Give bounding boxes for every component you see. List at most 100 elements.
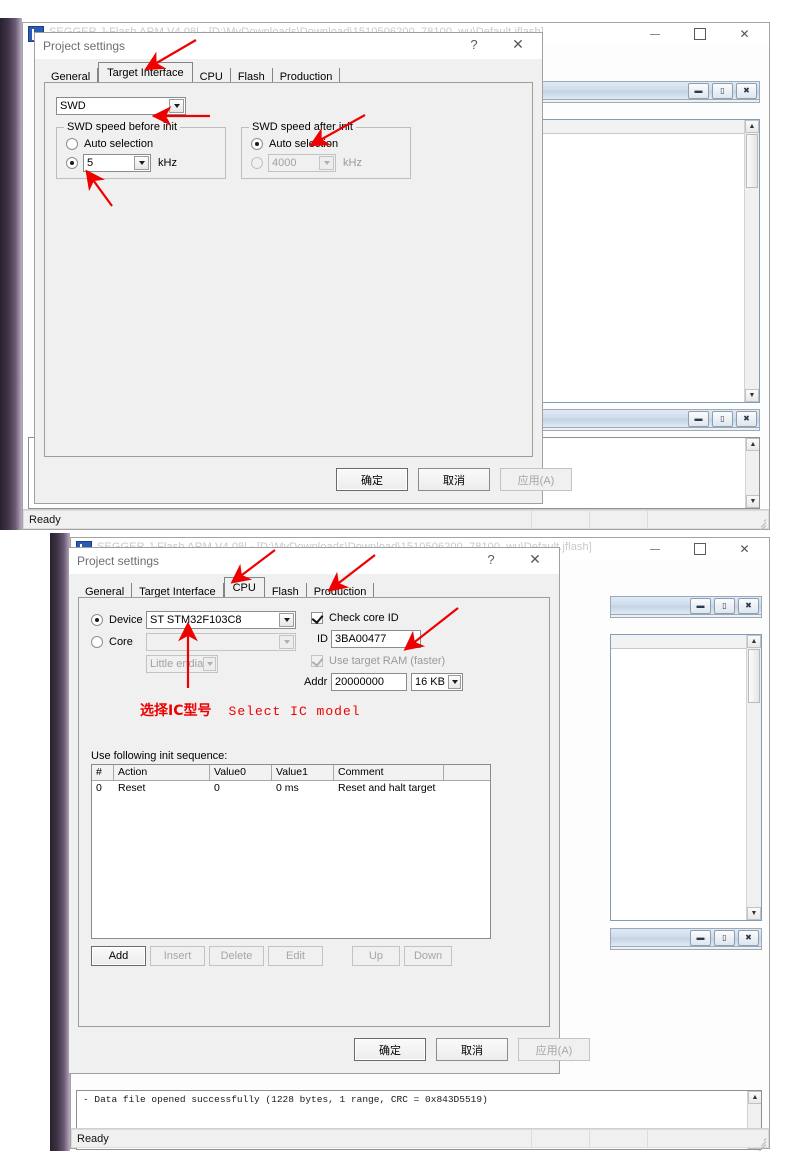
add-button[interactable]: Add	[91, 946, 146, 966]
insert-button[interactable]: Insert	[150, 946, 205, 966]
dialog-close-button[interactable]: ✕	[508, 36, 528, 53]
scroll-up-arrow[interactable]: ▲	[745, 120, 759, 133]
speed-before-manual-radio[interactable]	[66, 157, 78, 169]
chevron-down-icon[interactable]	[279, 613, 294, 627]
project-settings-dialog-cpu[interactable]: Project settings ? ✕ General Target Inte…	[68, 547, 590, 1074]
device-combo[interactable]: ST STM32F103C8	[146, 611, 296, 629]
core-radio[interactable]	[91, 636, 103, 648]
ok-button[interactable]: 确定	[336, 468, 408, 491]
speed-after-value-combo[interactable]: 4000	[268, 154, 336, 172]
chevron-down-icon[interactable]	[319, 156, 334, 170]
list-vertical-scrollbar[interactable]: ▲ ▼	[746, 635, 761, 920]
down-button[interactable]: Down	[404, 946, 452, 966]
chevron-down-icon[interactable]	[134, 156, 149, 170]
speed-before-value-combo[interactable]: 5	[83, 154, 151, 172]
column-header-value1[interactable]: Value1	[272, 765, 334, 780]
core-id-field[interactable]: 3BA00477	[331, 630, 421, 648]
column-header-comment[interactable]: Comment	[334, 765, 444, 780]
tab-target-interface[interactable]: Target Interface	[98, 62, 193, 83]
cancel-button[interactable]: 取消	[418, 468, 490, 491]
ok-button[interactable]: 确定	[354, 1038, 426, 1061]
speed-before-unit: kHz	[158, 157, 177, 169]
init-sequence-table[interactable]: # Action Value0 Value1 Comment 0 Reset 0…	[91, 764, 491, 939]
cancel-button[interactable]: 取消	[436, 1038, 508, 1061]
mdi-close-button[interactable]: ✖	[738, 598, 759, 614]
column-header-num[interactable]: #	[92, 765, 114, 780]
scroll-up-arrow[interactable]: ▲	[747, 635, 761, 648]
scroll-down-arrow[interactable]: ▼	[745, 389, 759, 402]
close-button[interactable]: ✕	[722, 23, 767, 45]
dialog-titlebar: Project settings ? ✕	[35, 33, 542, 59]
speed-after-manual-radio[interactable]	[251, 157, 263, 169]
device-radio[interactable]	[91, 614, 103, 626]
mdi-minimize-button[interactable]: ▬	[690, 930, 711, 946]
close-button[interactable]: ✕	[722, 538, 767, 560]
table-row[interactable]: 0 Reset 0 0 ms Reset and halt target	[92, 781, 490, 796]
apply-button[interactable]: 应用(A)	[518, 1038, 590, 1061]
mdi-restore-button[interactable]: ▯	[712, 411, 733, 427]
data-list-pane[interactable]: ▲ ▼	[610, 634, 762, 921]
minimize-button[interactable]	[632, 23, 677, 45]
up-button[interactable]: Up	[352, 946, 400, 966]
check-core-id-checkbox[interactable]	[311, 612, 323, 624]
scrollbar-thumb[interactable]	[748, 649, 760, 703]
edit-button[interactable]: Edit	[268, 946, 323, 966]
list-vertical-scrollbar[interactable]: ▲ ▼	[744, 120, 759, 402]
tab-cpu[interactable]: CPU	[223, 577, 265, 598]
mdi-child-window-bottom[interactable]: ▬ ▯ ✖	[510, 409, 760, 431]
column-header-value0[interactable]: Value0	[210, 765, 272, 780]
mdi-close-button[interactable]: ✖	[736, 411, 757, 427]
mdi-restore-button[interactable]: ▯	[714, 598, 735, 614]
resize-grip-icon[interactable]	[754, 1134, 767, 1151]
mdi-child-window-top[interactable]: ▬ ▯ ✖	[510, 81, 760, 103]
mdi-restore-button[interactable]: ▯	[712, 83, 733, 99]
mdi-child-window-bottom[interactable]: ▬ ▯ ✖	[610, 928, 762, 950]
mdi-titlebar: ▬ ▯ ✖	[511, 82, 759, 100]
chevron-down-icon[interactable]	[203, 657, 216, 671]
log-vertical-scrollbar[interactable]: ▲ ▼	[745, 438, 759, 508]
scroll-up-arrow[interactable]: ▲	[748, 1091, 761, 1104]
help-button[interactable]: ?	[464, 37, 484, 52]
maximize-button[interactable]	[677, 538, 722, 560]
mdi-titlebar: ▬ ▯ ✖	[611, 597, 761, 615]
core-combo[interactable]	[146, 633, 296, 651]
help-button[interactable]: ?	[481, 552, 501, 567]
column-header-action[interactable]: Action	[114, 765, 210, 780]
endian-value: Little endian	[150, 658, 210, 670]
scroll-down-arrow[interactable]: ▼	[746, 495, 759, 508]
core-id-label: ID	[317, 633, 328, 645]
maximize-button[interactable]	[677, 23, 722, 45]
chevron-down-icon[interactable]	[279, 635, 294, 649]
dialog-title: Project settings	[43, 39, 126, 53]
endian-combo[interactable]: Little endian	[146, 655, 218, 673]
data-list-pane[interactable]: ▲ ▼	[510, 119, 760, 403]
status-bar: Ready	[71, 1128, 769, 1151]
chevron-down-icon[interactable]	[169, 99, 184, 113]
mdi-restore-button[interactable]: ▯	[714, 930, 735, 946]
ram-size-combo[interactable]: 16 KB	[411, 673, 463, 691]
speed-after-auto-radio[interactable]	[251, 138, 263, 150]
addr-field[interactable]: 20000000	[331, 673, 407, 691]
speed-before-auto-radio[interactable]	[66, 138, 78, 150]
mdi-child-window-top[interactable]: ▬ ▯ ✖	[610, 596, 762, 618]
scroll-up-arrow[interactable]: ▲	[746, 438, 759, 451]
project-settings-dialog-target-interface[interactable]: Project settings ? ✕ General Target Inte…	[34, 32, 572, 504]
scroll-down-arrow[interactable]: ▼	[747, 907, 761, 920]
apply-button[interactable]: 应用(A)	[500, 468, 572, 491]
delete-button[interactable]: Delete	[209, 946, 264, 966]
use-target-ram-checkbox[interactable]	[311, 655, 323, 667]
mdi-close-button[interactable]: ✖	[738, 930, 759, 946]
list-header	[611, 635, 761, 649]
scrollbar-thumb[interactable]	[746, 134, 758, 188]
mdi-minimize-button[interactable]: ▬	[688, 411, 709, 427]
mdi-close-button[interactable]: ✖	[736, 83, 757, 99]
target-interface-combo[interactable]: SWD	[56, 97, 186, 115]
mdi-minimize-button[interactable]: ▬	[690, 598, 711, 614]
window-controls: ✕	[632, 538, 767, 560]
dialog-close-button[interactable]: ✕	[525, 551, 545, 568]
chevron-down-icon[interactable]	[448, 675, 461, 689]
mdi-minimize-button[interactable]: ▬	[688, 83, 709, 99]
resize-grip-icon[interactable]	[754, 515, 767, 530]
tab-strip: General Target Interface CPU Flash Produ…	[44, 62, 533, 85]
minimize-button[interactable]	[632, 538, 677, 560]
